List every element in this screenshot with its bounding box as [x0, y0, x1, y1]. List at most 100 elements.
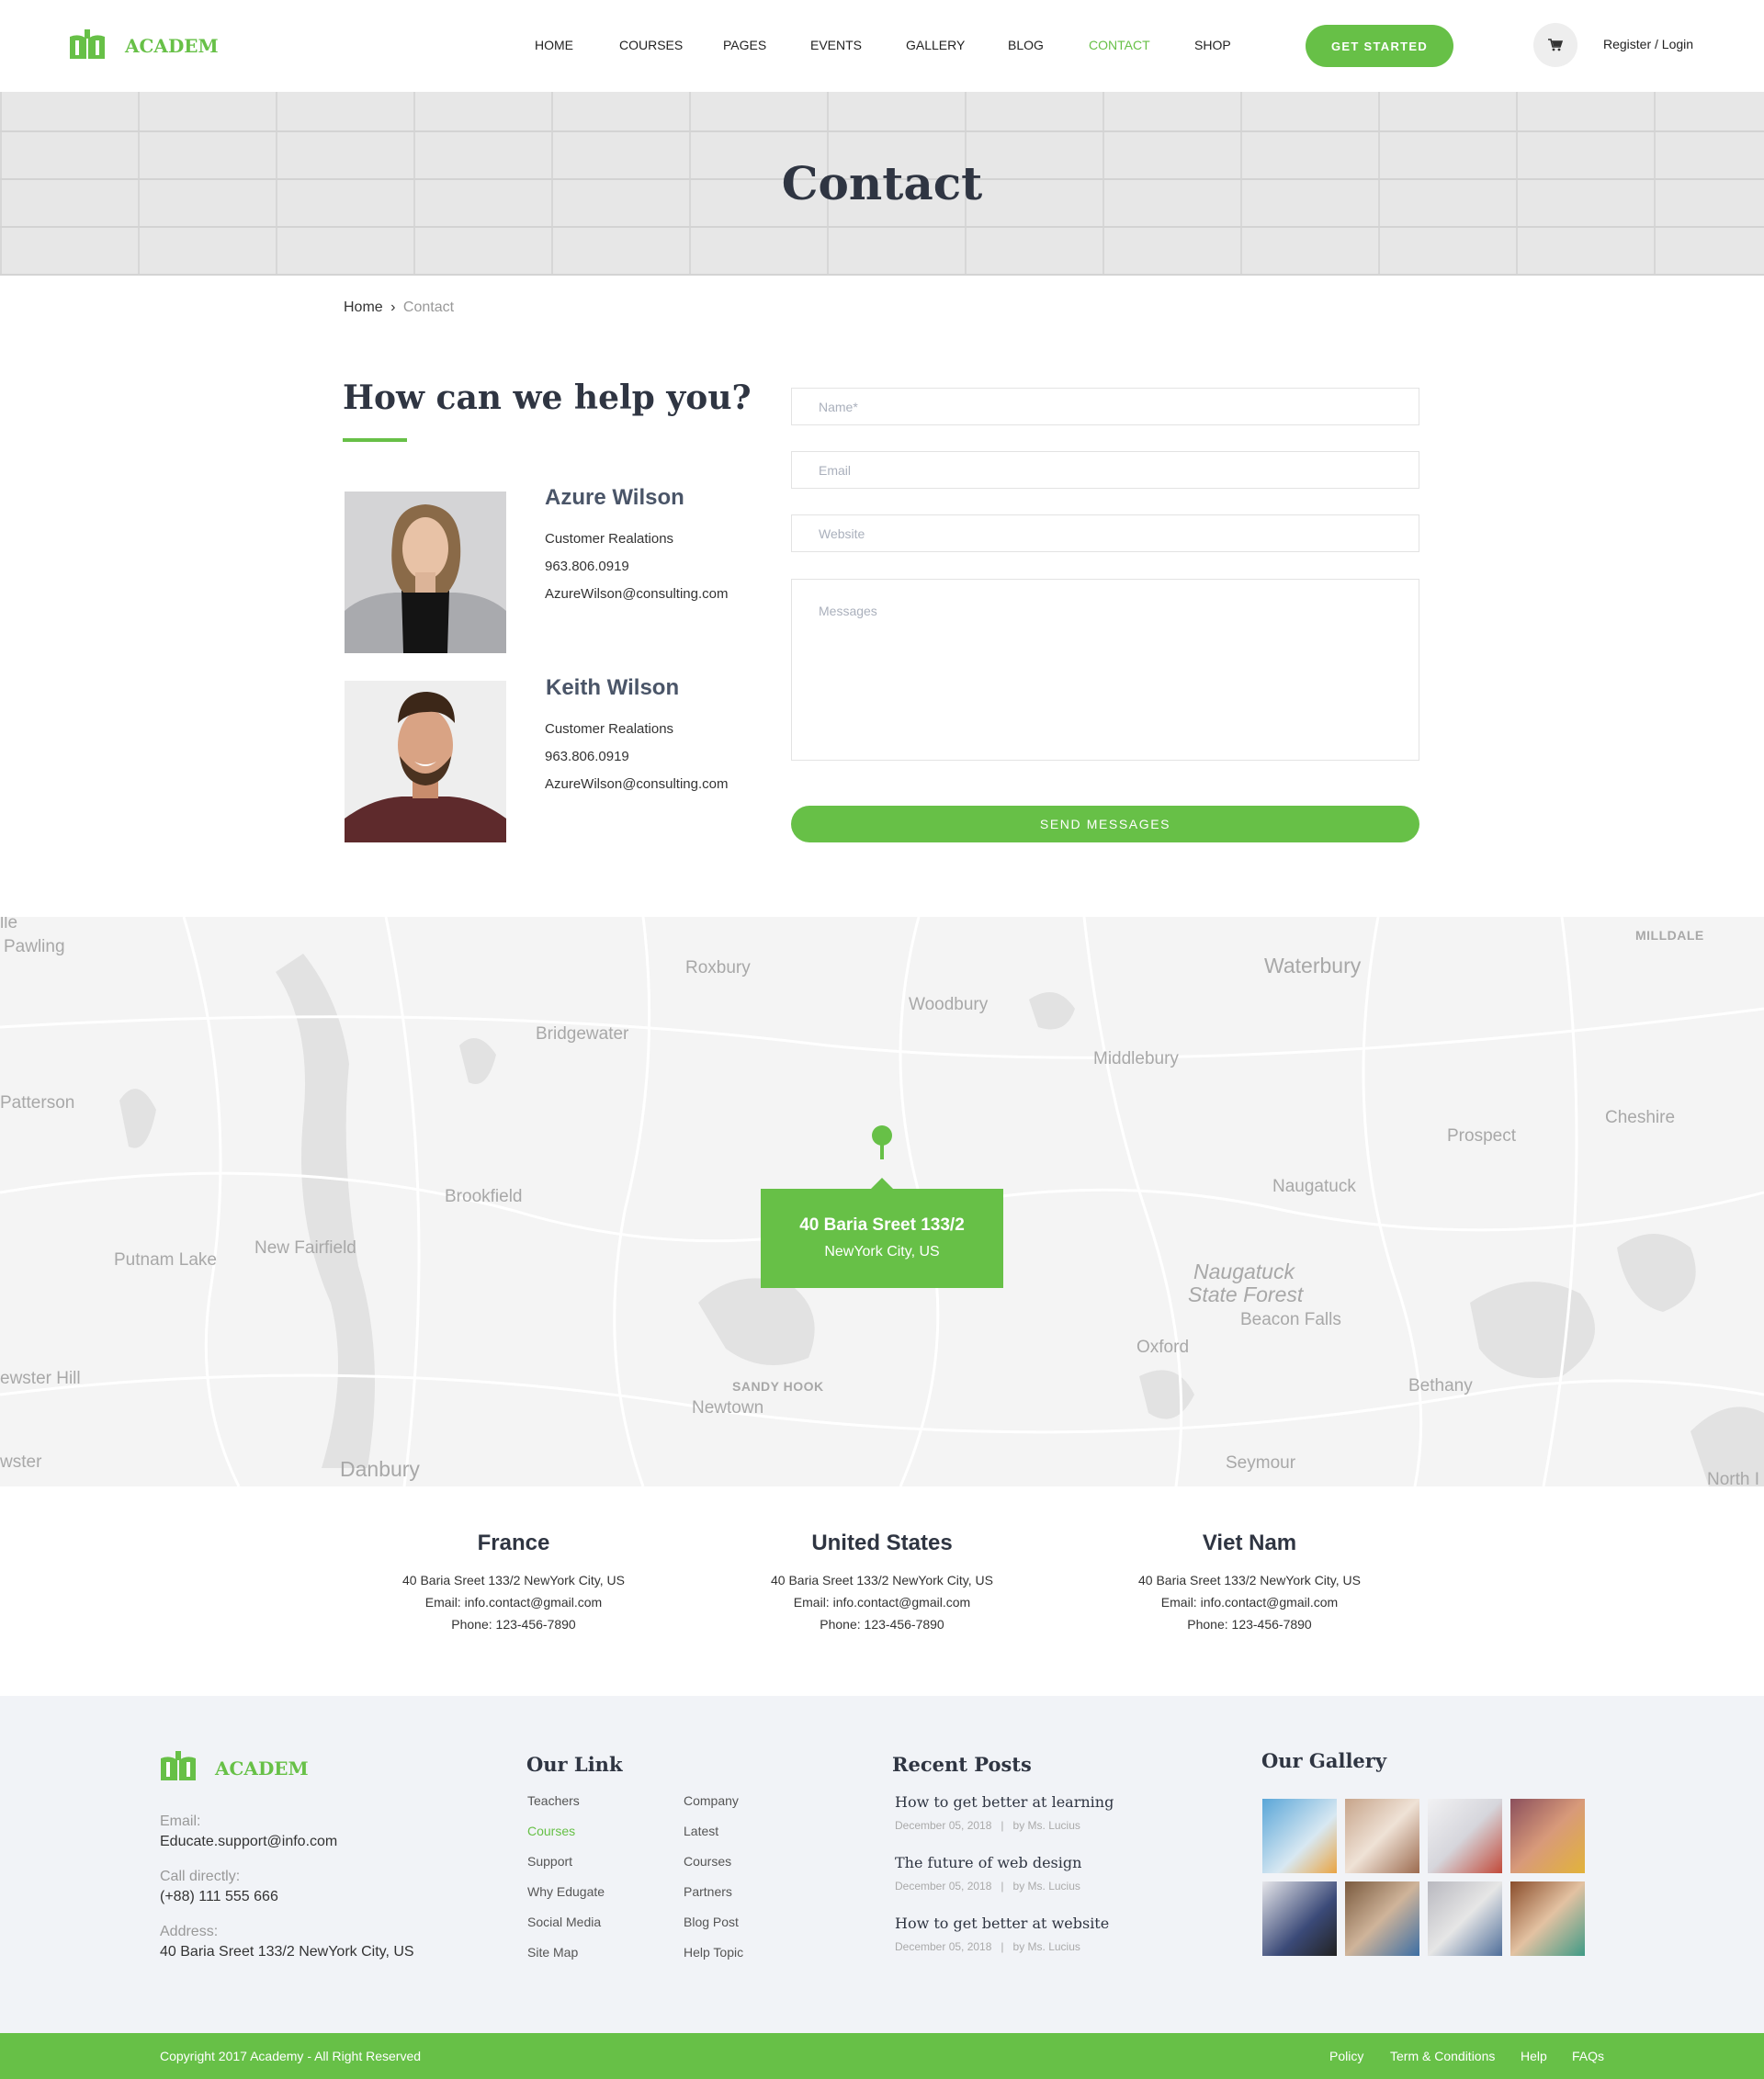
office-country: France [477, 1531, 550, 1555]
office-phone[interactable]: Phone: 123-456-7890 [367, 1613, 661, 1635]
office-card: Viet Nam 40 Baria Sreet 133/2 NewYork Ci… [1102, 1531, 1396, 1635]
nav-home[interactable]: HOME [535, 38, 573, 52]
map-card-city: NewYork City, US [824, 1244, 940, 1260]
logo[interactable] [68, 28, 107, 65]
person-role: Customer Realations [545, 531, 674, 547]
map-label: ewster Hill [0, 1369, 81, 1388]
help-link[interactable]: Help [1521, 2049, 1547, 2063]
gallery-thumbnail-image[interactable] [1345, 1799, 1419, 1873]
terms-link[interactable]: Term & Conditions [1390, 2049, 1495, 2063]
gallery-thumbnail-image[interactable] [1510, 1799, 1585, 1873]
footer-link[interactable]: Courses [684, 1854, 731, 1869]
email-input[interactable] [792, 452, 1419, 488]
send-messages-button[interactable]: SEND MESSAGES [791, 806, 1419, 842]
footer-link[interactable]: Help Topic [684, 1945, 743, 1960]
nav-pages[interactable]: PAGES [723, 38, 766, 52]
website-input[interactable] [792, 515, 1419, 551]
map-label: MILLDALE [1635, 928, 1704, 943]
map-label: SANDY HOOK [732, 1379, 824, 1394]
office-address: 40 Baria Sreet 133/2 NewYork City, US [770, 1573, 993, 1587]
register-login-link[interactable]: Register / Login [1603, 37, 1693, 51]
footer-link[interactable]: Teachers [527, 1793, 580, 1808]
email-field-wrapper [791, 451, 1419, 489]
person-role: Customer Realations [545, 721, 674, 737]
site-footer: ACADEM Email: Educate.support@info.com C… [0, 1696, 1764, 2033]
footer-link[interactable]: Social Media [527, 1915, 601, 1929]
get-started-button[interactable]: GET STARTED [1306, 25, 1453, 67]
nav-gallery[interactable]: GALLERY [906, 38, 965, 52]
page-hero: Contact [0, 92, 1764, 276]
breadcrumb-current: Contact [402, 299, 455, 315]
footer-link[interactable]: Why Edugate [527, 1884, 605, 1899]
office-email[interactable]: Email: info.contact@gmail.com [367, 1591, 661, 1613]
map-label: lle [0, 917, 18, 932]
nav-contact[interactable]: CONTACT [1089, 38, 1150, 52]
office-email[interactable]: Email: info.contact@gmail.com [735, 1591, 1029, 1613]
person-phone[interactable]: 963.806.0919 [545, 749, 629, 764]
office-country: United States [811, 1531, 953, 1555]
map-label: Roxbury [685, 958, 751, 977]
nav-shop[interactable]: SHOP [1194, 38, 1231, 52]
footer-logo[interactable] [159, 1749, 198, 1787]
website-field-wrapper [791, 514, 1419, 552]
footer-link[interactable]: Partners [684, 1884, 732, 1899]
message-textarea[interactable] [792, 580, 1419, 760]
map-label: Cheshire [1605, 1108, 1676, 1127]
copyright-text: Copyright 2017 Academy - All Right Reser… [160, 2049, 422, 2063]
recent-post-title[interactable]: The future of web design [895, 1854, 1081, 1871]
person-phone[interactable]: 963.806.0919 [545, 559, 629, 574]
name-input[interactable] [792, 389, 1419, 424]
gallery-thumbnail-image[interactable] [1345, 1881, 1419, 1956]
footer-email[interactable]: Educate.support@info.com [160, 1834, 337, 1850]
map-label: Bethany [1408, 1376, 1473, 1395]
brand-name[interactable]: ACADEM [125, 35, 219, 57]
footer-link[interactable]: Company [684, 1793, 739, 1808]
cart-button[interactable] [1533, 23, 1577, 67]
gallery-thumbnail-image[interactable] [1428, 1799, 1502, 1873]
person-email[interactable]: AzureWilson@consulting.com [545, 586, 728, 602]
footer-link[interactable]: Site Map [527, 1945, 578, 1960]
recent-post-meta: December 05, 2018 | by Ms. Lucius [895, 1819, 1080, 1832]
footer-link[interactable]: Blog Post [684, 1915, 739, 1929]
office-email[interactable]: Email: info.contact@gmail.com [1102, 1591, 1396, 1613]
footer-brand-name[interactable]: ACADEM [215, 1757, 309, 1780]
map-label: wster [0, 1452, 42, 1472]
footer-link[interactable]: Latest [684, 1824, 718, 1838]
map-pin-icon[interactable] [871, 1124, 893, 1161]
office-phone[interactable]: Phone: 123-456-7890 [1102, 1613, 1396, 1635]
gallery-thumbnail-image[interactable] [1262, 1881, 1337, 1956]
map-label: Patterson [0, 1093, 75, 1113]
footer-link[interactable]: Support [527, 1854, 572, 1869]
breadcrumb-home[interactable]: Home [344, 299, 383, 315]
nav-blog[interactable]: BLOG [1008, 38, 1044, 52]
gallery-thumbnail-image[interactable] [1262, 1799, 1337, 1873]
card-pointer [871, 1178, 893, 1189]
footer-links-heading: Our Link [526, 1753, 623, 1776]
footer-phone[interactable]: (+88) 111 555 666 [160, 1889, 278, 1905]
person-name: Keith Wilson [546, 675, 680, 700]
map-label: Woodbury [909, 995, 989, 1014]
footer-gallery-heading: Our Gallery [1261, 1749, 1387, 1772]
location-map[interactable]: lle Pawling Roxbury Woodbury Waterbury M… [0, 917, 1764, 1486]
person-email[interactable]: AzureWilson@consulting.com [545, 776, 728, 792]
faqs-link[interactable]: FAQs [1572, 2049, 1604, 2063]
person-name: Azure Wilson [545, 485, 684, 510]
gallery-thumbnail-image[interactable] [1510, 1881, 1585, 1956]
nav-events[interactable]: EVENTS [810, 38, 862, 52]
map-card-address: 40 Baria Sreet 133/2 [799, 1215, 965, 1235]
book-logo-icon [70, 29, 105, 59]
map-label: Bridgewater [536, 1024, 629, 1044]
nav-courses[interactable]: COURSES [619, 38, 683, 52]
map-label: Oxford [1136, 1338, 1190, 1357]
recent-post-title[interactable]: How to get better at learning [895, 1793, 1114, 1811]
recent-post-meta: December 05, 2018 | by Ms. Lucius [895, 1880, 1080, 1893]
map-label: Naugatuck [1193, 1260, 1295, 1283]
policy-link[interactable]: Policy [1329, 2049, 1363, 2063]
office-country: Viet Nam [1202, 1531, 1297, 1555]
footer-link[interactable]: Courses [527, 1824, 575, 1838]
office-address: 40 Baria Sreet 133/2 NewYork City, US [1137, 1573, 1361, 1587]
map-label: Beacon Falls [1240, 1310, 1341, 1329]
recent-post-title[interactable]: How to get better at website [895, 1915, 1109, 1932]
gallery-thumbnail-image[interactable] [1428, 1881, 1502, 1956]
office-phone[interactable]: Phone: 123-456-7890 [735, 1613, 1029, 1635]
